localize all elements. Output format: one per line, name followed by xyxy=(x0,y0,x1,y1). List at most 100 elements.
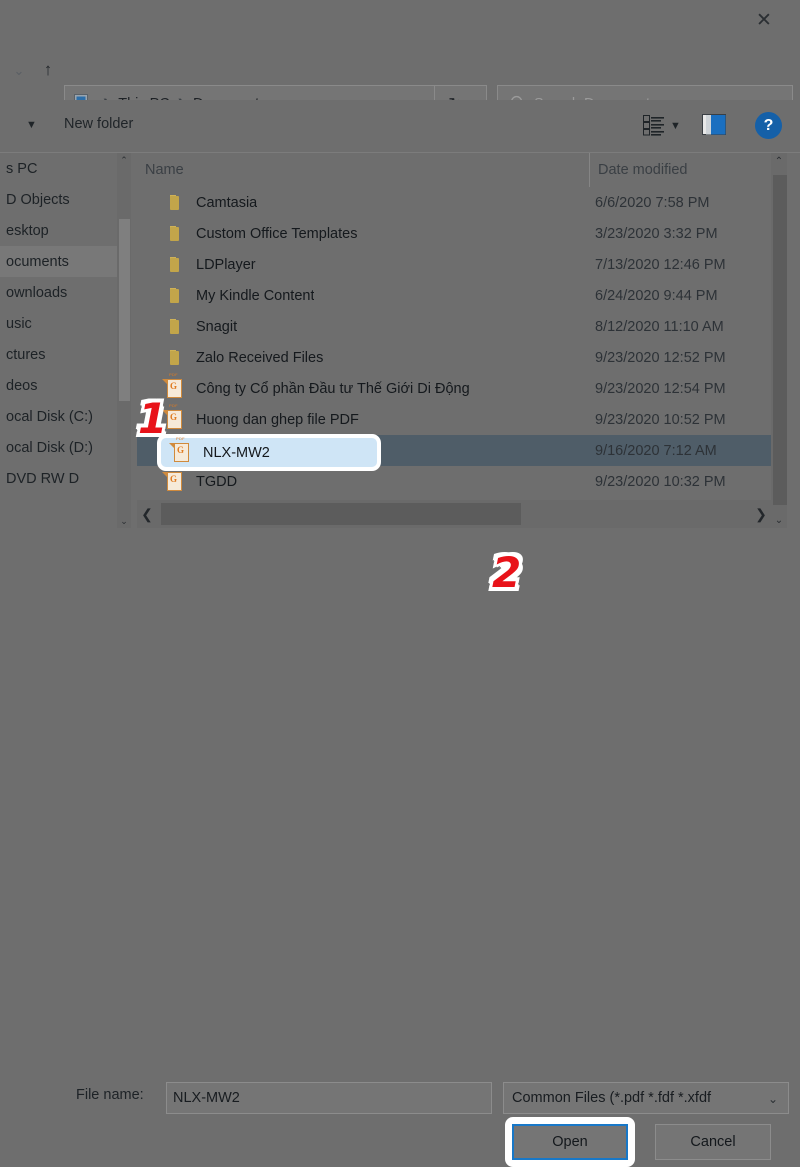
sidebar-item-videos[interactable]: deos xyxy=(0,370,117,401)
sidebar-item-3d-objects[interactable]: D Objects xyxy=(0,184,117,215)
navigation-pane-scrollbar[interactable]: ⌃ ⌄ xyxy=(117,153,131,528)
table-row[interactable]: GPDF Công ty Cổ phần Đầu tư Thế Giới Di … xyxy=(137,373,771,404)
sidebar-item-dvd-drive[interactable]: DVD RW D xyxy=(0,463,117,494)
scrollbar-thumb[interactable] xyxy=(773,175,787,505)
table-row[interactable]: Camtasia 6/6/2020 7:58 PM xyxy=(137,187,771,218)
selected-file-highlight[interactable]: GPDF NLX-MW2 xyxy=(157,434,381,471)
scrollbar-thumb[interactable] xyxy=(161,503,521,525)
file-type-dropdown[interactable]: Common Files (*.pdf *.fdf *.xfdf ⌄ xyxy=(503,1082,789,1114)
file-name: Camtasia xyxy=(196,195,257,211)
scroll-left-icon[interactable]: ❮ xyxy=(137,500,157,528)
file-name: Công ty Cổ phần Đầu tư Thế Giới Di Động xyxy=(196,381,470,397)
column-header-label: Name xyxy=(145,162,184,178)
file-name: TGDD xyxy=(196,474,237,490)
close-icon[interactable]: ✕ xyxy=(742,4,786,36)
table-row[interactable]: Zalo Received Files 9/23/2020 12:52 PM xyxy=(137,342,771,373)
file-date: 9/23/2020 10:32 PM xyxy=(595,474,726,490)
file-name: Zalo Received Files xyxy=(196,350,323,366)
table-row[interactable]: My Kindle Content 6/24/2020 9:44 PM xyxy=(137,280,771,311)
help-icon[interactable]: ? xyxy=(755,112,782,139)
file-date: 8/12/2020 11:10 AM xyxy=(595,319,724,335)
sidebar-item-downloads[interactable]: ownloads xyxy=(0,277,117,308)
chevron-down-icon: ⌄ xyxy=(768,1092,778,1106)
file-name-input[interactable]: NLX-MW2 xyxy=(166,1082,492,1114)
scroll-right-icon[interactable]: ❯ xyxy=(751,500,771,528)
file-date: 6/6/2020 7:58 PM xyxy=(595,195,709,211)
sidebar-item-local-disk-c[interactable]: ocal Disk (C:) xyxy=(0,401,117,432)
pdf-file-icon: GPDF xyxy=(167,410,185,430)
file-list: Name Date modified Camtasia 6/6/2020 7:5… xyxy=(137,153,771,528)
sidebar-item-label: D Objects xyxy=(6,192,70,208)
preview-pane-icon[interactable] xyxy=(702,114,726,135)
scroll-up-icon[interactable]: ⌃ xyxy=(117,153,131,167)
annotation-step-2: 2 xyxy=(492,552,521,594)
file-date: 3/23/2020 3:32 PM xyxy=(595,226,718,242)
dialog-footer: File name: NLX-MW2 Common Files (*.pdf *… xyxy=(0,536,800,640)
file-type-value: Common Files (*.pdf *.fdf *.xfdf xyxy=(512,1090,711,1106)
sidebar-item-label: ocal Disk (C:) xyxy=(6,409,93,425)
open-button-highlight: Open xyxy=(505,1117,635,1167)
table-row[interactable]: Snagit 8/12/2020 11:10 AM xyxy=(137,311,771,342)
sidebar-item-label: esktop xyxy=(6,223,49,239)
column-header-name[interactable]: Name xyxy=(137,153,589,187)
scroll-down-icon[interactable]: ⌄ xyxy=(771,512,787,528)
new-folder-button[interactable]: New folder xyxy=(60,114,137,134)
sidebar-item-label: ctures xyxy=(6,347,46,363)
navigation-bar: ⌄ ↑ ❯ This PC ❯ Documents ⌄ ↻ xyxy=(0,40,800,100)
column-header-date-modified[interactable]: Date modified xyxy=(589,153,771,187)
chevron-down-icon[interactable]: ▼ xyxy=(670,120,681,132)
table-row[interactable]: GPDF Huong dan ghep file PDF 9/23/2020 1… xyxy=(137,404,771,435)
sidebar-item-label: DVD RW D xyxy=(6,471,79,487)
toolbar: e ▼ New folder ▼ xyxy=(0,100,800,153)
highlighted-file-name: NLX-MW2 xyxy=(203,445,270,461)
open-button[interactable]: Open xyxy=(512,1124,628,1160)
table-row[interactable]: LDPlayer 7/13/2020 12:46 PM xyxy=(137,249,771,280)
file-name-label: File name: xyxy=(76,1087,144,1103)
scrollbar-thumb[interactable] xyxy=(119,219,130,401)
file-name: LDPlayer xyxy=(196,257,256,273)
up-one-level-button[interactable]: ↑ xyxy=(36,58,60,82)
folder-icon xyxy=(167,255,185,275)
chevron-down-icon[interactable]: ▼ xyxy=(26,119,37,131)
sidebar-item-label: ocal Disk (D:) xyxy=(6,440,93,456)
sidebar-item-label: usic xyxy=(6,316,32,332)
scroll-up-icon[interactable]: ⌃ xyxy=(771,153,787,169)
change-view-icon[interactable] xyxy=(643,114,665,136)
scroll-down-icon[interactable]: ⌄ xyxy=(117,514,131,528)
file-list-horizontal-scrollbar[interactable]: ❮ ❯ xyxy=(137,500,771,528)
sidebar-item-label: ocuments xyxy=(6,254,69,270)
cancel-button[interactable]: Cancel xyxy=(655,1124,771,1160)
sidebar-item-desktop[interactable]: esktop xyxy=(0,215,117,246)
pdf-file-icon: GPDF xyxy=(174,443,192,463)
annotation-step-1-label: 1 xyxy=(138,398,167,440)
sidebar-item-documents[interactable]: ocuments xyxy=(0,246,117,277)
file-date: 9/16/2020 7:12 AM xyxy=(595,443,717,459)
sidebar-item-pictures[interactable]: ctures xyxy=(0,339,117,370)
file-name: My Kindle Content xyxy=(196,288,314,304)
sidebar-item-music[interactable]: usic xyxy=(0,308,117,339)
sidebar-item-this-pc[interactable]: s PC xyxy=(0,153,117,184)
file-date: 9/23/2020 10:52 PM xyxy=(595,412,726,428)
file-date: 9/23/2020 12:52 PM xyxy=(595,350,726,366)
sidebar-item-local-disk-d[interactable]: ocal Disk (D:) xyxy=(0,432,117,463)
file-date: 9/23/2020 12:54 PM xyxy=(595,381,726,397)
sidebar-item-label: s PC xyxy=(6,161,37,177)
file-name: Custom Office Templates xyxy=(196,226,357,242)
file-list-vertical-scrollbar[interactable]: ⌃ ⌄ xyxy=(771,153,787,528)
chevron-down-icon[interactable]: ⌄ xyxy=(8,60,30,82)
folder-icon xyxy=(167,193,185,213)
file-date: 6/24/2020 9:44 PM xyxy=(595,288,718,304)
folder-icon xyxy=(167,286,185,306)
pdf-file-icon: GPDF xyxy=(167,379,185,399)
file-date: 7/13/2020 12:46 PM xyxy=(595,257,726,273)
table-row[interactable]: Custom Office Templates 3/23/2020 3:32 P… xyxy=(137,218,771,249)
pdf-file-icon: GPDF xyxy=(167,472,185,492)
file-name: Huong dan ghep file PDF xyxy=(196,412,359,428)
navigation-pane: s PC D Objects esktop ocuments ownloads … xyxy=(0,153,117,528)
sidebar-item-label: deos xyxy=(6,378,37,394)
folder-icon xyxy=(167,224,185,244)
column-headers: Name Date modified xyxy=(137,153,771,187)
annotation-step-1: 1 xyxy=(138,398,167,440)
folder-icon xyxy=(167,317,185,337)
annotation-step-2-label: 2 xyxy=(492,552,521,594)
